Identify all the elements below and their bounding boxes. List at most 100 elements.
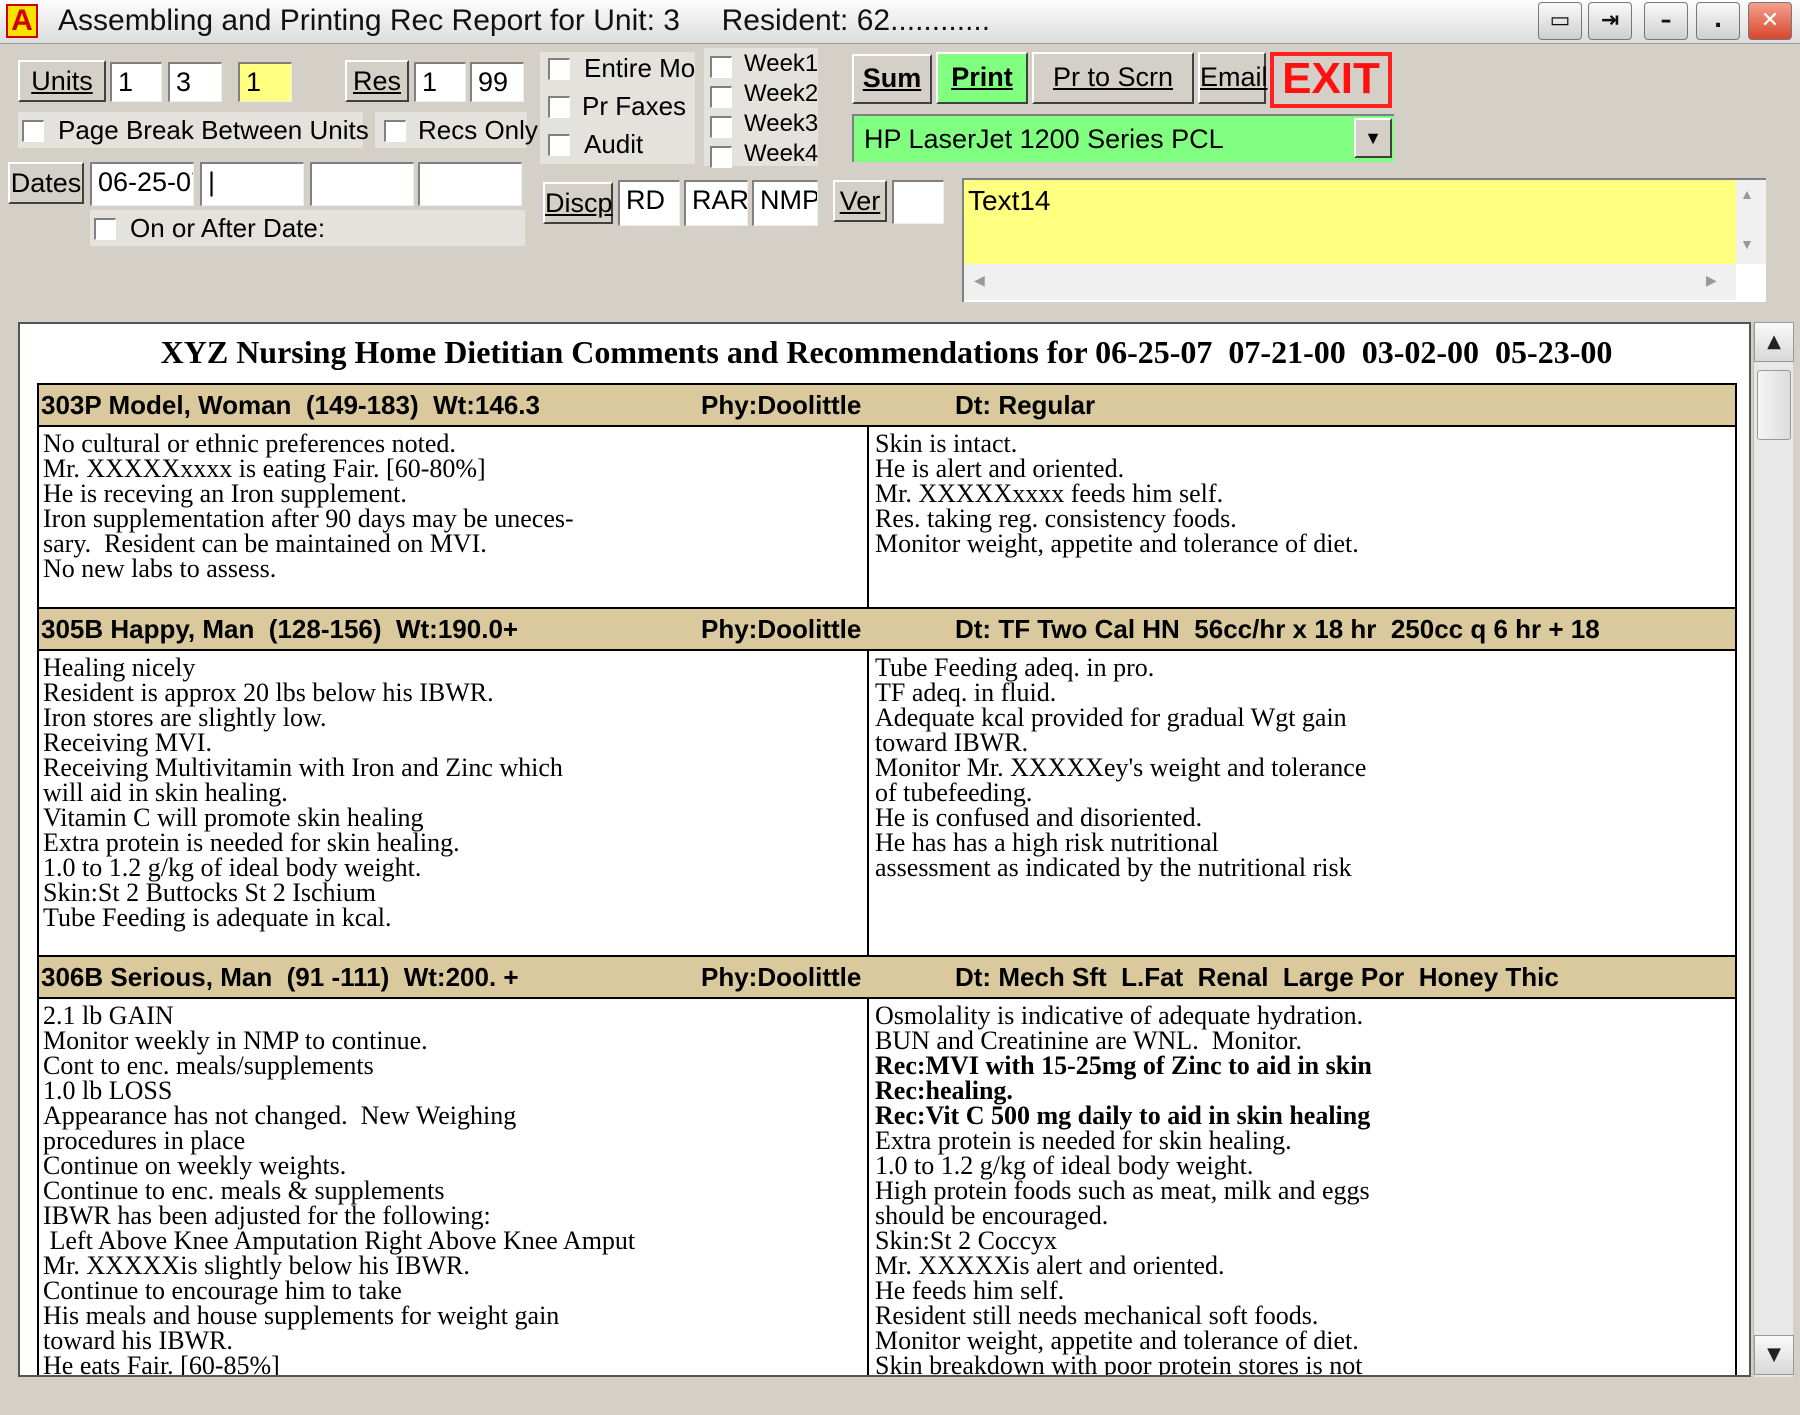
scroll-down-icon[interactable]: ▼: [1754, 1335, 1794, 1375]
scroll-thumb[interactable]: [1757, 370, 1791, 440]
pin-button[interactable]: ⇥: [1588, 2, 1632, 40]
printer-select[interactable]: HP LaserJet 1200 Series PCL ▼: [852, 114, 1394, 162]
week4-checkbox[interactable]: [710, 146, 732, 168]
week4-label: Week4: [744, 140, 819, 167]
resident-left-notes: Healing nicely Resident is approx 20 lbs…: [43, 653, 563, 932]
email-label: Email: [1200, 62, 1268, 92]
ver-field[interactable]: [892, 180, 944, 224]
notes-plain-a: Osmolality is indicative of adequate hyd…: [875, 1001, 1364, 1055]
printer-select-value: HP LaserJet 1200 Series PCL: [864, 124, 1224, 154]
discp-button[interactable]: Discp: [543, 182, 613, 224]
resident-header: 306B Serious, Man (91 -111) Wt:200. + Ph…: [37, 955, 1737, 999]
ver-label: Ver: [839, 186, 881, 216]
audit-checkbox[interactable]: [548, 134, 570, 156]
resident-right-notes: Tube Feeding adeq. in pro. TF adeq. in f…: [875, 653, 1367, 882]
rar-field[interactable]: RAR: [684, 180, 748, 226]
week1-label: Week1: [744, 50, 819, 77]
pr-faxes-checkbox[interactable]: [548, 96, 570, 118]
resident-notes: Healing nicely Resident is approx 20 lbs…: [37, 651, 1737, 957]
resident-name: 306B Serious, Man (91 -111) Wt:200. +: [41, 962, 519, 992]
close-window-button[interactable]: ✕: [1748, 2, 1792, 40]
restore-window-button[interactable]: ▭: [1538, 2, 1582, 40]
column-divider: [867, 651, 869, 955]
scroll-down-icon[interactable]: ▼: [1740, 236, 1754, 252]
print-label: Print: [951, 62, 1013, 92]
scroll-up-icon[interactable]: ▲: [1740, 186, 1754, 202]
column-divider: [867, 999, 869, 1375]
email-button[interactable]: Email: [1198, 52, 1268, 104]
on-after-label: On or After Date:: [130, 213, 326, 243]
resident-header: 305B Happy, Man (128-156) Wt:190.0+ Phy:…: [37, 607, 1737, 651]
notes-plain-b: Extra protein is needed for skin healing…: [875, 1126, 1370, 1377]
page-break-checkbox[interactable]: [22, 120, 44, 142]
minimize-button[interactable]: –: [1644, 2, 1688, 40]
nmp-field[interactable]: NMP: [752, 180, 818, 226]
report-scrollbar[interactable]: ▲ ▼: [1753, 322, 1794, 1377]
res-to-field[interactable]: 99: [470, 62, 524, 102]
exit-button[interactable]: EXIT: [1270, 52, 1392, 108]
resident-physician: Phy:Doolittle: [701, 962, 862, 992]
sum-button[interactable]: Sum: [852, 54, 932, 104]
audit-label: Audit: [584, 129, 644, 159]
date-4-field[interactable]: [418, 162, 522, 206]
resident-diet: Dt: Regular: [955, 390, 1096, 420]
scroll-up-icon[interactable]: ▲: [1754, 322, 1794, 362]
on-after-checkbox[interactable]: [94, 218, 116, 240]
discp-label: Discp: [545, 188, 613, 218]
app-icon[interactable]: A: [6, 4, 38, 38]
res-label: Res: [352, 66, 401, 96]
week2-checkbox[interactable]: [710, 86, 732, 108]
resident-diet: Dt: Mech Sft L.Fat Renal Large Por Honey…: [955, 962, 1559, 992]
units-from-field[interactable]: 1: [110, 62, 162, 102]
date-2-field[interactable]: |: [200, 162, 304, 206]
window-title: Assembling and Printing Rec Report for U…: [58, 4, 991, 37]
resident-physician: Phy:Doolittle: [701, 390, 862, 420]
print-to-screen-button[interactable]: Pr to Scrn: [1032, 52, 1194, 104]
title-bar: A Assembling and Printing Rec Report for…: [0, 0, 1800, 44]
entire-mo-checkbox[interactable]: [548, 58, 570, 80]
column-divider: [867, 427, 869, 607]
week3-checkbox[interactable]: [710, 116, 732, 138]
resident-physician: Phy:Doolittle: [701, 614, 862, 644]
sum-label: Sum: [862, 63, 922, 93]
res-button[interactable]: Res: [345, 60, 409, 102]
ver-button[interactable]: Ver: [833, 180, 887, 222]
recs-only-label: Recs Only: [418, 115, 538, 145]
res-from-field[interactable]: 1: [414, 62, 466, 102]
resident-notes: 2.1 lb GAIN Monitor weekly in NMP to con…: [37, 999, 1737, 1377]
rd-field[interactable]: RD: [618, 180, 680, 226]
resident-left-notes: 2.1 lb GAIN Monitor weekly in NMP to con…: [43, 1001, 636, 1377]
week2-label: Week2: [744, 80, 819, 107]
scroll-right-icon[interactable]: ▶: [1706, 272, 1717, 289]
resident-notes: No cultural or ethnic preferences noted.…: [37, 427, 1737, 609]
chevron-down-icon[interactable]: ▼: [1354, 118, 1392, 158]
text14-vscroll[interactable]: ▲ ▼: [1736, 180, 1766, 264]
resident-name: 303P Model, Woman (149-183) Wt:146.3: [41, 390, 540, 420]
report-view: XYZ Nursing Home Dietitian Comments and …: [18, 322, 1751, 1377]
units-to-field[interactable]: 3: [168, 62, 222, 102]
dates-button[interactable]: Dates: [8, 162, 84, 204]
text14-value: Text14: [968, 185, 1051, 216]
week1-checkbox[interactable]: [710, 56, 732, 78]
date-1-field[interactable]: 06-25-07: [90, 162, 194, 206]
text14-box[interactable]: Text14 ▲ ▼ ◀ ▶: [962, 178, 1766, 302]
scroll-left-icon[interactable]: ◀: [974, 272, 985, 289]
small-button[interactable]: .: [1696, 2, 1740, 40]
recs-only-checkbox[interactable]: [384, 120, 406, 142]
resident-left-notes: No cultural or ethnic preferences noted.…: [43, 429, 574, 583]
resident-header: 303P Model, Woman (149-183) Wt:146.3 Phy…: [37, 383, 1737, 427]
pr-to-scrn-label: Pr to Scrn: [1052, 62, 1174, 92]
resident-diet: Dt: TF Two Cal HN 56cc/hr x 18 hr 250cc …: [955, 614, 1600, 644]
text14-textarea[interactable]: Text14: [964, 180, 1736, 264]
resident-right-notes: Osmolality is indicative of adequate hyd…: [875, 1001, 1372, 1377]
pr-faxes-label: Pr Faxes: [582, 91, 687, 121]
text14-hscroll[interactable]: ◀ ▶: [964, 264, 1736, 300]
recommendations-bold: Rec:MVI with 15-25mg of Zinc to aid in s…: [875, 1051, 1372, 1130]
units-current-field[interactable]: 1: [238, 62, 292, 102]
units-label: Units: [31, 66, 93, 96]
resident-right-notes: Skin is intact. He is alert and oriented…: [875, 429, 1359, 558]
print-button[interactable]: Print: [936, 52, 1028, 104]
date-3-field[interactable]: [310, 162, 414, 206]
units-button[interactable]: Units: [18, 60, 106, 102]
report-title: XYZ Nursing Home Dietitian Comments and …: [160, 334, 1613, 370]
